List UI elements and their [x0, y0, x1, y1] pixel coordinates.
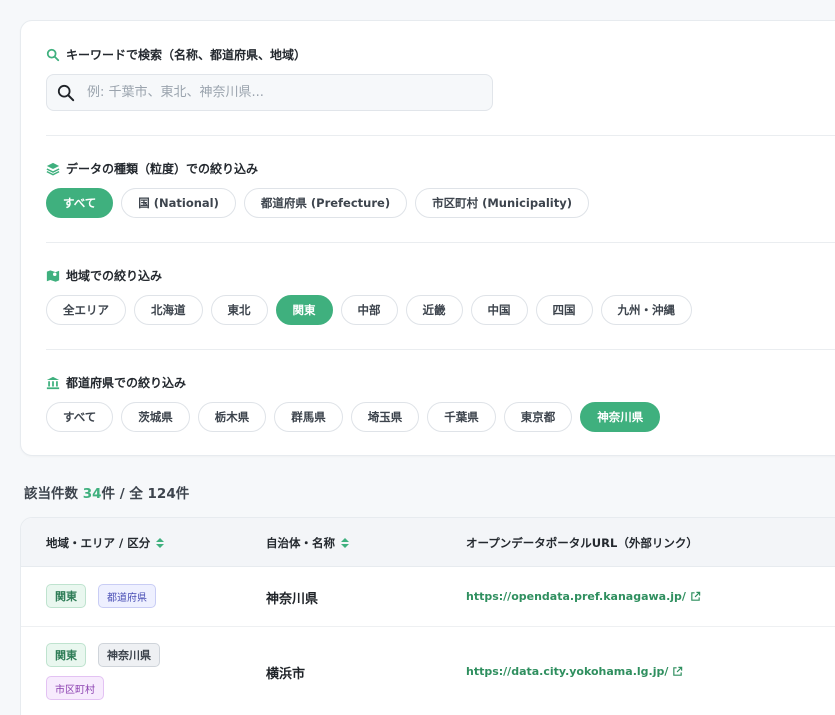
- granularity-chip-national[interactable]: 国 (National): [121, 188, 236, 218]
- granularity-chip-municipality[interactable]: 市区町村 (Municipality): [415, 188, 589, 218]
- search-box[interactable]: [46, 74, 493, 111]
- prefecture-section-label: 都道府県での絞り込み: [46, 374, 186, 391]
- prefecture-label-text: 都道府県での絞り込み: [66, 376, 187, 390]
- search-icon: [57, 84, 75, 101]
- prefecture-chip-chiba[interactable]: 千葉県: [427, 402, 496, 432]
- portal-link-text: https://opendata.pref.kanagawa.jp/: [466, 590, 686, 603]
- portal-link[interactable]: https://opendata.pref.kanagawa.jp/: [466, 590, 701, 603]
- region-chip-shikoku[interactable]: 四国: [535, 295, 593, 325]
- region-chip-row: 全エリア 北海道 東北 関東 中部 近畿 中国 四国 九州・沖縄: [46, 295, 692, 325]
- granularity-chip-all[interactable]: すべて: [46, 188, 114, 218]
- portal-link-text: https://data.city.yokohama.lg.jp/: [466, 665, 669, 678]
- divider: [46, 349, 835, 350]
- result-count-prefix: 該当件数: [24, 486, 83, 502]
- column-header-url-label: オープンデータポータルURL（外部リンク）: [466, 536, 698, 550]
- region-chip-hokkaido[interactable]: 北海道: [134, 295, 203, 325]
- region-chip-chugoku[interactable]: 中国: [470, 295, 528, 325]
- prefecture-chip-all[interactable]: すべて: [46, 402, 114, 432]
- sort-icon: [341, 538, 349, 548]
- table-row: 関東 都道府県 神奈川県 https://opendata.pref.kanag…: [21, 567, 835, 627]
- region-chip-kyushu-okinawa[interactable]: 九州・沖縄: [600, 295, 692, 325]
- granularity-label-text: データの種類（粒度）での絞り込み: [66, 162, 259, 176]
- granularity-section-label: データの種類（粒度）での絞り込み: [46, 160, 258, 177]
- region-chip-kanto[interactable]: 関東: [275, 295, 333, 325]
- type-tag: 都道府県: [98, 584, 156, 608]
- prefecture-chip-saitama[interactable]: 埼玉県: [350, 402, 420, 432]
- region-chip-all[interactable]: 全エリア: [46, 295, 126, 325]
- prefecture-chip-ibaraki[interactable]: 茨城県: [121, 402, 190, 432]
- region-tag: 関東: [46, 584, 86, 608]
- building-icon: [46, 376, 60, 389]
- external-link-icon: [691, 591, 701, 601]
- granularity-chip-row: すべて 国 (National) 都道府県 (Prefecture) 市区町村 …: [46, 188, 589, 218]
- prefecture-chip-kanagawa[interactable]: 神奈川県: [580, 402, 661, 432]
- result-count: 該当件数 34件 / 全 124件: [24, 482, 189, 502]
- column-header-region-label: 地域・エリア / 区分: [46, 536, 151, 550]
- column-header-url: オープンデータポータルURL（外部リンク）: [466, 535, 698, 551]
- municipality-name: 横浜市: [266, 667, 306, 682]
- result-count-suffix: 件 / 全 124件: [101, 486, 190, 502]
- column-header-region[interactable]: 地域・エリア / 区分: [46, 535, 165, 551]
- region-chip-tohoku[interactable]: 東北: [210, 295, 268, 325]
- filter-panel: キーワードで検索（名称、都道府県、地域） データの種類（粒度）での絞り込み すべ…: [20, 20, 835, 456]
- column-header-name[interactable]: 自治体・名称: [266, 535, 349, 551]
- prefecture-chip-row: すべて 茨城県 栃木県 群馬県 埼玉県 千葉県 東京都 神奈川県: [46, 402, 661, 432]
- search-label-text: キーワードで検索（名称、都道府県、地域）: [66, 48, 307, 62]
- column-header-name-label: 自治体・名称: [266, 536, 335, 550]
- results-table: 地域・エリア / 区分 自治体・名称 オープンデータポータルURL（外部リンク）…: [20, 517, 835, 715]
- region-section-label: 地域での絞り込み: [46, 267, 162, 284]
- table-row: 関東 神奈川県 市区町村 横浜市 https://data.city.yokoh…: [21, 627, 835, 715]
- divider: [46, 242, 835, 243]
- granularity-chip-prefecture[interactable]: 都道府県 (Prefecture): [243, 188, 408, 218]
- type-tag: 市区町村: [46, 676, 104, 700]
- region-chip-kinki[interactable]: 近畿: [405, 295, 463, 325]
- layers-icon: [46, 162, 60, 175]
- search-input[interactable]: [87, 85, 447, 100]
- region-tag: 関東: [46, 643, 86, 667]
- search-icon: [46, 48, 60, 61]
- search-section-label: キーワードで検索（名称、都道府県、地域）: [46, 46, 306, 63]
- prefecture-chip-tokyo[interactable]: 東京都: [503, 402, 573, 432]
- result-count-value: 34: [82, 486, 102, 502]
- divider: [46, 135, 835, 136]
- external-link-icon: [673, 666, 683, 676]
- prefecture-chip-gunma[interactable]: 群馬県: [274, 402, 343, 432]
- region-chip-chubu[interactable]: 中部: [340, 295, 398, 325]
- table-header: 地域・エリア / 区分 自治体・名称 オープンデータポータルURL（外部リンク）: [21, 518, 835, 567]
- portal-link[interactable]: https://data.city.yokohama.lg.jp/: [466, 665, 683, 678]
- parent-prefecture-tag: 神奈川県: [98, 643, 160, 667]
- sort-icon: [156, 538, 165, 548]
- municipality-name: 神奈川県: [266, 592, 319, 607]
- map-icon: [46, 269, 60, 282]
- region-label-text: 地域での絞り込み: [66, 269, 163, 283]
- prefecture-chip-tochigi[interactable]: 栃木県: [197, 402, 267, 432]
